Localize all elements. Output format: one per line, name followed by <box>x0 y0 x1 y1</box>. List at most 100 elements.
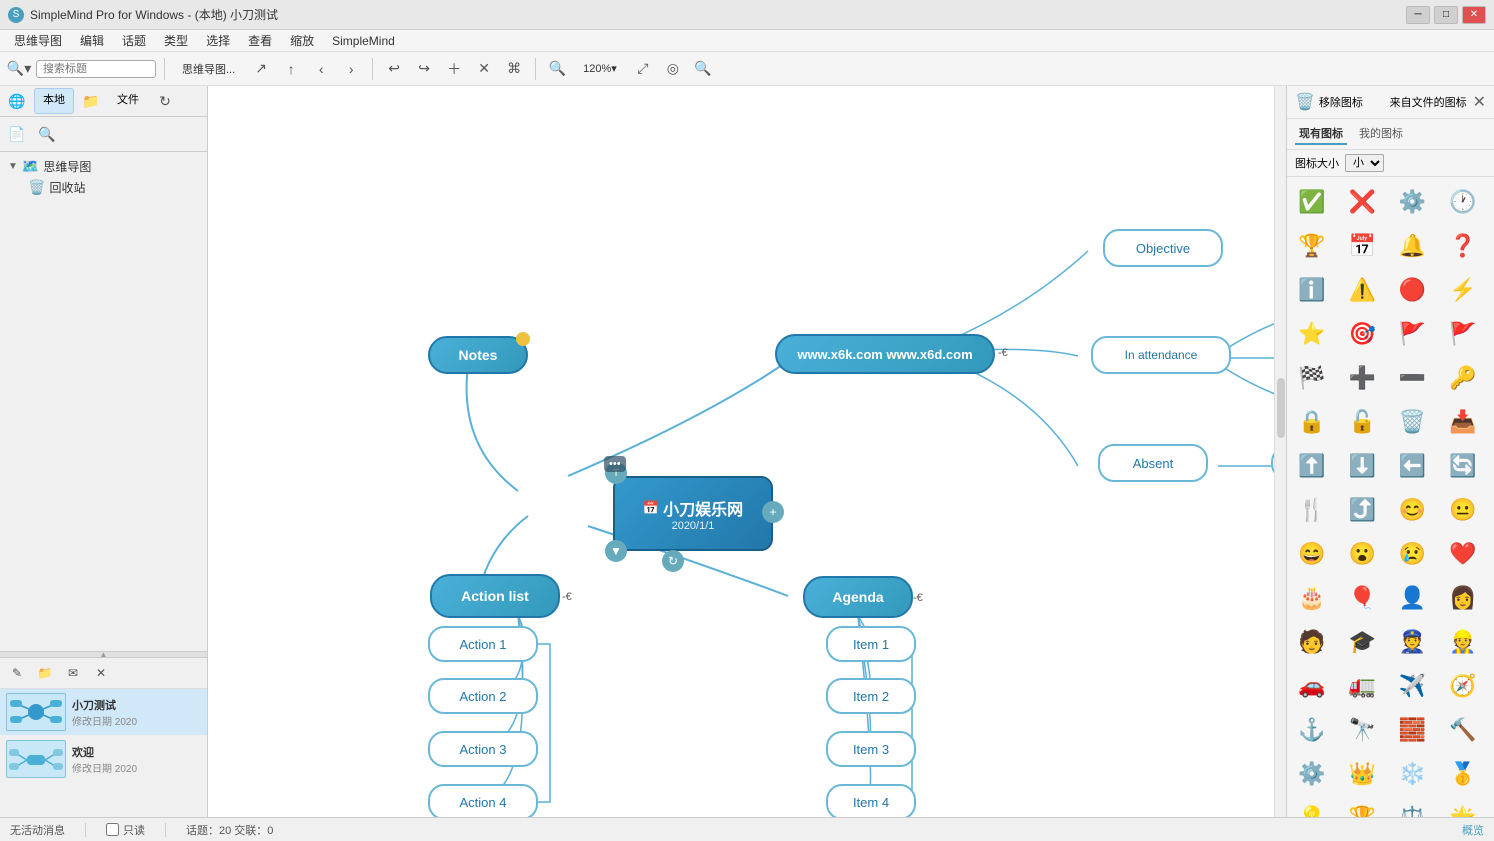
icon-cake[interactable]: 🎂 <box>1291 577 1333 619</box>
icon-car[interactable]: 🚗 <box>1291 665 1333 707</box>
menu-type[interactable]: 类型 <box>156 30 196 51</box>
icon-bulb[interactable]: 💡 <box>1291 797 1333 817</box>
icon-calendar[interactable]: 📅 <box>1341 225 1383 267</box>
readonly-checkbox[interactable] <box>106 823 119 836</box>
icon-left-arrow[interactable]: ⬅️ <box>1392 445 1434 487</box>
icon-truck[interactable]: 🚛 <box>1341 665 1383 707</box>
tab-my-icons[interactable]: 我的图标 <box>1355 123 1407 145</box>
menu-simplemind[interactable]: SimpleMind <box>324 32 403 50</box>
icon-trophy2[interactable]: 🏆 <box>1341 797 1383 817</box>
zoom-level[interactable]: 120%▾ <box>574 58 626 79</box>
action1-node[interactable]: Action 1 <box>428 626 538 662</box>
handle-bottom2[interactable]: ↻ <box>662 550 684 572</box>
action-list-expand[interactable]: -€ <box>562 591 572 603</box>
icon-clock[interactable]: 🕐 <box>1442 181 1484 223</box>
icon-trophy[interactable]: 🏆 <box>1291 225 1333 267</box>
menu-edit[interactable]: 编辑 <box>72 30 112 51</box>
tree-root[interactable]: ▼ 🗺️ 思维导图 <box>4 156 203 177</box>
overview-btn[interactable]: 概览 <box>1462 822 1484 838</box>
icon-red-circle[interactable]: 🔴 <box>1392 269 1434 311</box>
icon-settings2[interactable]: ⚙️ <box>1291 753 1333 795</box>
icon-key[interactable]: 🔑 <box>1442 357 1484 399</box>
search-input[interactable] <box>36 60 156 78</box>
notes-node[interactable]: Notes <box>428 336 528 374</box>
new-icon[interactable]: 📁 <box>32 660 58 686</box>
absent-node[interactable]: Absent <box>1098 444 1208 482</box>
menu-view[interactable]: 查看 <box>240 30 280 51</box>
icon-scale[interactable]: ⚖️ <box>1392 797 1434 817</box>
mind-map-canvas[interactable]: 📅 小刀娱乐网 2020/1/1 T ▼ + ↻ ••• Notes www.x… <box>208 86 1286 817</box>
objective-node[interactable]: Objective <box>1103 229 1223 267</box>
menu-select[interactable]: 选择 <box>198 30 238 51</box>
agenda-expand[interactable]: -€ <box>913 592 923 604</box>
icon-minus-red[interactable]: ➖ <box>1392 357 1434 399</box>
back-btn[interactable]: ‹ <box>308 56 334 82</box>
icon-person3[interactable]: 🧑 <box>1291 621 1333 663</box>
icon-info[interactable]: ℹ️ <box>1291 269 1333 311</box>
icon-hammer[interactable]: 🔨 <box>1442 709 1484 751</box>
maximize-button[interactable]: □ <box>1434 6 1458 24</box>
icon-smile2[interactable]: 😄 <box>1291 533 1333 575</box>
icon-crown[interactable]: 👑 <box>1341 753 1383 795</box>
icon-up-arrow[interactable]: ⬆️ <box>1291 445 1333 487</box>
icon-lock[interactable]: 🔒 <box>1291 401 1333 443</box>
icon-checkered[interactable]: 🏁 <box>1291 357 1333 399</box>
icon-fork[interactable]: 🍴 <box>1291 489 1333 531</box>
icon-trash[interactable]: 🗑️ <box>1392 401 1434 443</box>
action-list-node[interactable]: Action list <box>430 574 560 618</box>
icon-sad[interactable]: 😢 <box>1392 533 1434 575</box>
icon-star[interactable]: ⭐ <box>1291 313 1333 355</box>
icon-person1[interactable]: 👤 <box>1392 577 1434 619</box>
icon-balloon[interactable]: 🎈 <box>1341 577 1383 619</box>
icon-size-select[interactable]: 小 中 大 <box>1345 154 1384 172</box>
icon-neutral[interactable]: 😐 <box>1442 489 1484 531</box>
icon-binoculars[interactable]: 🔭 <box>1341 709 1383 751</box>
icon-red-flag[interactable]: 🚩 <box>1442 313 1484 355</box>
icon-snowflake[interactable]: ❄️ <box>1392 753 1434 795</box>
new-map-btn[interactable]: 📄 <box>4 121 30 147</box>
delete-btn[interactable]: ✕ <box>471 56 497 82</box>
item3-node[interactable]: Item 3 <box>826 731 916 767</box>
icon-bell[interactable]: 🔔 <box>1392 225 1434 267</box>
target-btn[interactable]: ◎ <box>660 56 686 82</box>
zoom-btn[interactable]: 🔍 <box>544 56 570 82</box>
icon-down-arrow[interactable]: ⬇️ <box>1341 445 1383 487</box>
icon-target[interactable]: 🎯 <box>1341 313 1383 355</box>
icon-medal[interactable]: 🥇 <box>1442 753 1484 795</box>
fit-btn[interactable]: ⤢ <box>630 56 656 82</box>
agenda-node[interactable]: Agenda <box>803 576 913 618</box>
tree-recycle[interactable]: 🗑️ 回收站 <box>24 177 203 198</box>
forward-btn[interactable]: › <box>338 56 364 82</box>
icon-inbox[interactable]: 📥 <box>1442 401 1484 443</box>
icon-graduate[interactable]: 🎓 <box>1341 621 1383 663</box>
icon-brick[interactable]: 🧱 <box>1392 709 1434 751</box>
connect-btn[interactable]: ⌘ <box>501 56 527 82</box>
mindmap-file-btn[interactable]: 思维导图... <box>173 57 244 81</box>
tab-local[interactable]: 本地 <box>34 88 74 114</box>
item4-node[interactable]: Item 4 <box>826 784 916 817</box>
open-btn[interactable]: ↗ <box>248 56 274 82</box>
thumb-item-2[interactable]: 欢迎 修改日期 2020 <box>0 736 207 783</box>
menu-zoom[interactable]: 缩放 <box>282 30 322 51</box>
scroll-thumb[interactable] <box>1277 378 1285 438</box>
add-btn[interactable]: ＋ <box>441 56 467 82</box>
handle-bottom[interactable]: ▼ <box>605 540 627 562</box>
icon-question[interactable]: ❓ <box>1442 225 1484 267</box>
menu-topic[interactable]: 话题 <box>114 30 154 51</box>
icon-anchor[interactable]: ⚓ <box>1291 709 1333 751</box>
icon-unlock[interactable]: 🔓 <box>1341 401 1383 443</box>
redo-btn[interactable]: ↪ <box>411 56 437 82</box>
icon-sparkle[interactable]: 🌟 <box>1442 797 1484 817</box>
icon-compass[interactable]: 🧭 <box>1442 665 1484 707</box>
close-button[interactable]: ✕ <box>1462 6 1486 24</box>
mail-icon[interactable]: ✉ <box>60 660 86 686</box>
search-dropdown-btn[interactable]: 🔍▾ <box>6 56 32 82</box>
icon-smile[interactable]: 😊 <box>1392 489 1434 531</box>
icon-cross[interactable]: ❌ <box>1341 181 1383 223</box>
icon-plus-green[interactable]: ➕ <box>1341 357 1383 399</box>
minimize-button[interactable]: ─ <box>1406 6 1430 24</box>
action2-node[interactable]: Action 2 <box>428 678 538 714</box>
icon-green-flag[interactable]: 🚩 <box>1392 313 1434 355</box>
undo-btn[interactable]: ↩ <box>381 56 407 82</box>
icon-lightning[interactable]: ⚡ <box>1442 269 1484 311</box>
